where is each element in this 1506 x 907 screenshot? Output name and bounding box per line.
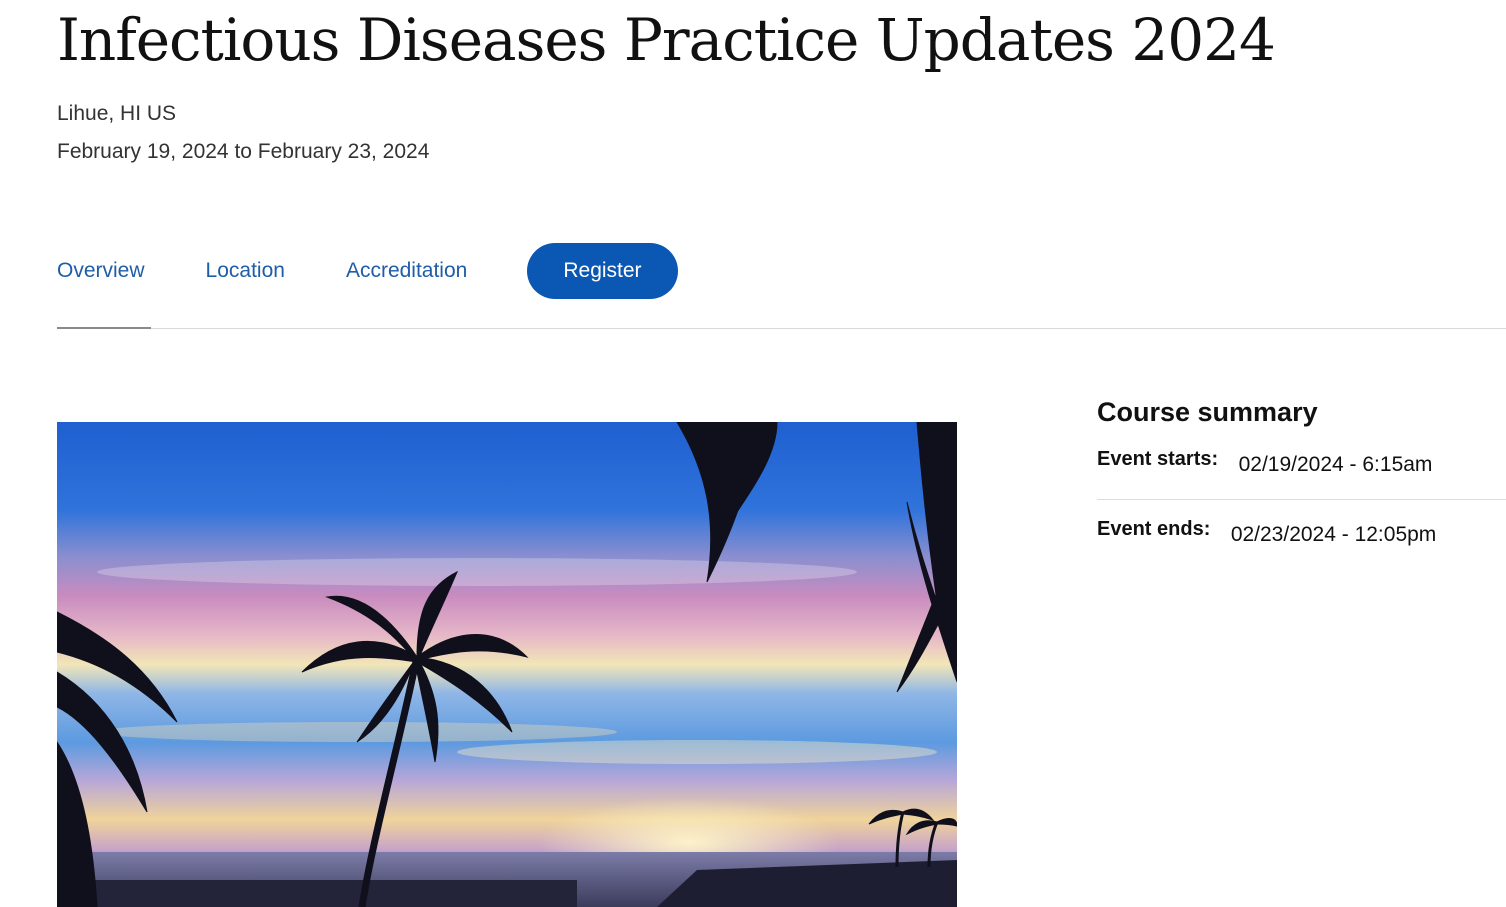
course-summary: Course summary Event starts: 02/19/2024 … — [1097, 392, 1506, 546]
event-start-label: Event starts: — [1097, 448, 1219, 470]
event-end-value: 02/23/2024 - 12:05pm — [1230, 523, 1437, 546]
tab-accreditation[interactable]: Accreditation — [346, 243, 467, 299]
beach-sunset-illustration — [57, 422, 957, 907]
nav-divider — [57, 328, 1506, 329]
event-end-row: Event ends: 02/23/2024 - 12:05pm — [1097, 518, 1506, 547]
hero-image — [57, 422, 957, 907]
event-location: Lihue, HI US — [57, 102, 177, 125]
active-tab-indicator — [57, 327, 151, 329]
event-start-value: 02/19/2024 - 6:15am — [1238, 453, 1433, 476]
course-summary-title: Course summary — [1097, 397, 1318, 427]
register-button[interactable]: Register — [527, 243, 678, 299]
event-dates: February 19, 2024 to February 23, 2024 — [57, 140, 430, 163]
tab-location[interactable]: Location — [206, 243, 285, 299]
page-title: Infectious Diseases Practice Updates 202… — [57, 6, 1276, 74]
section-nav: Overview Location Accreditation Register — [57, 243, 678, 299]
tab-overview[interactable]: Overview — [57, 243, 145, 299]
event-start-row: Event starts: 02/19/2024 - 6:15am — [1097, 448, 1506, 477]
summary-divider — [1097, 499, 1506, 500]
event-end-label: Event ends: — [1097, 518, 1211, 540]
